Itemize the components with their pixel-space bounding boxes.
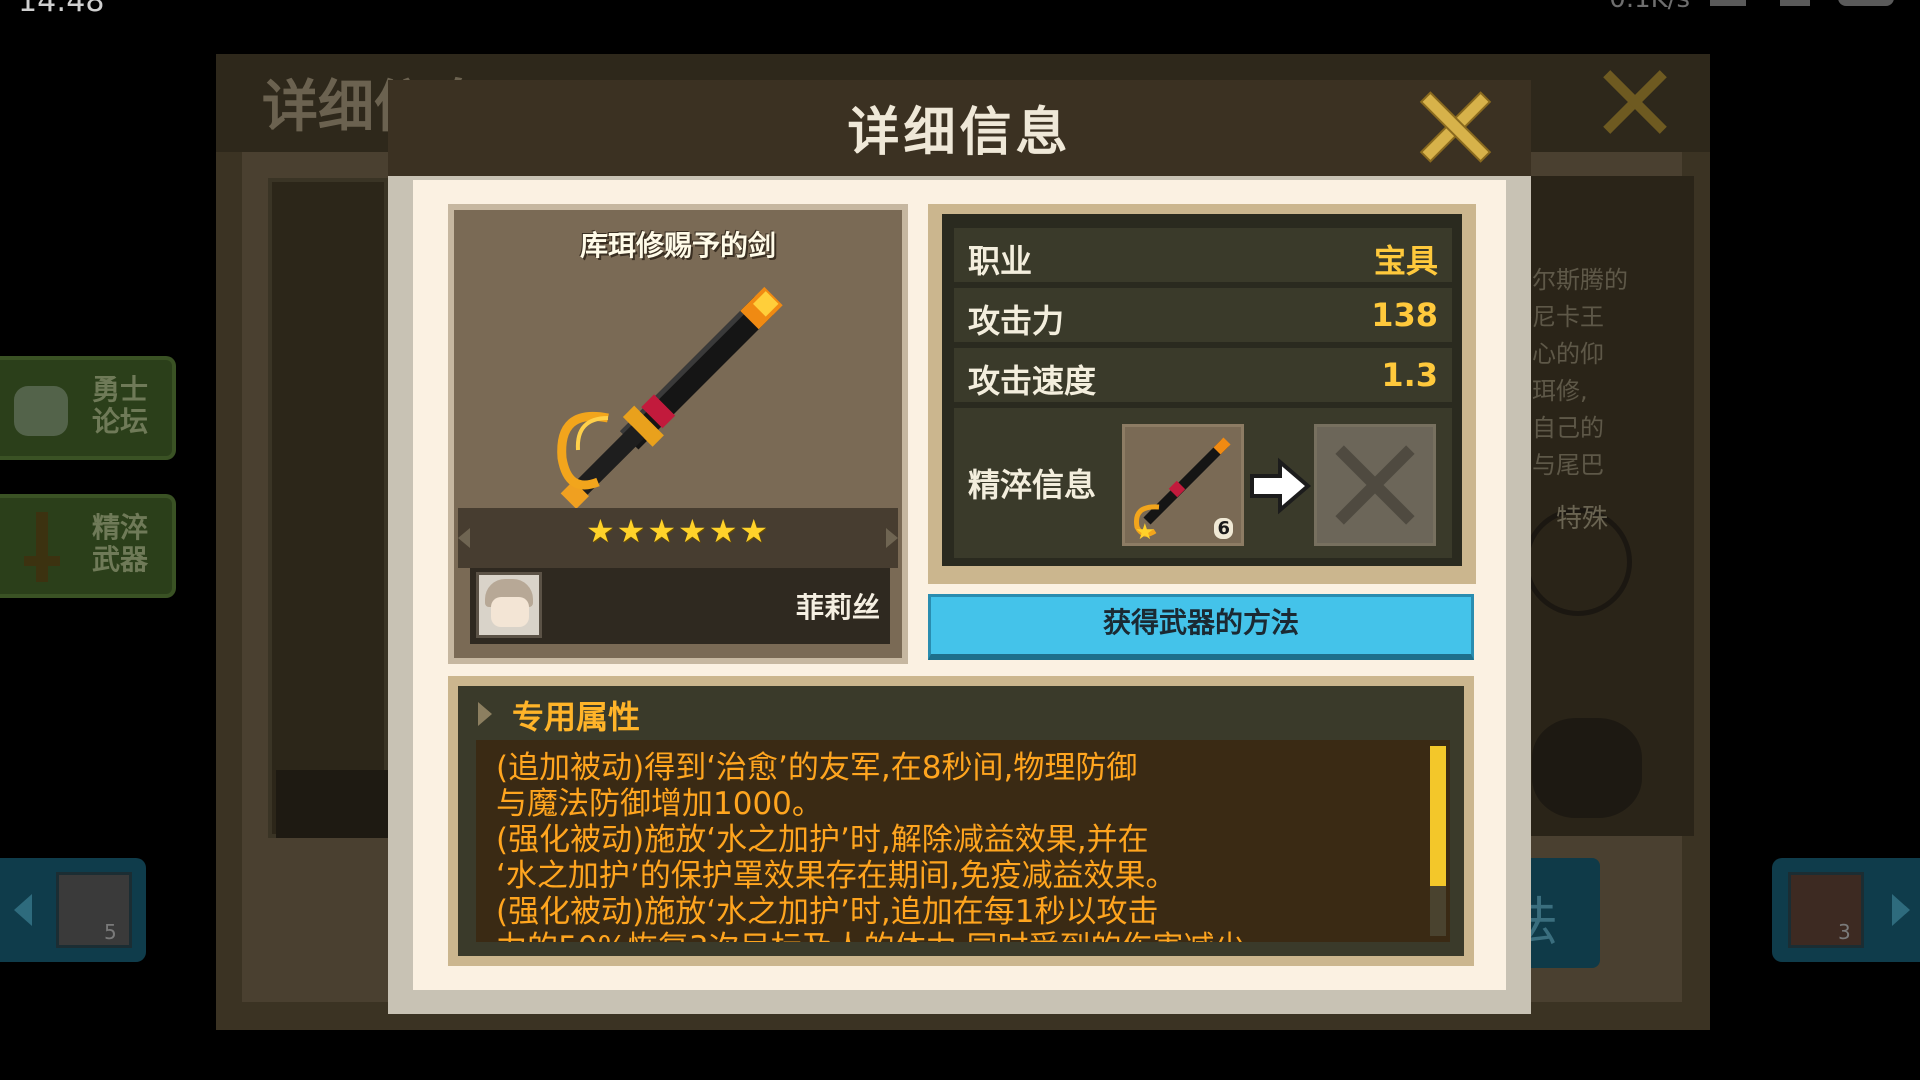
clock: 14:48: [18, 0, 105, 19]
attributes-text-box[interactable]: (追加被动)得到‘治愈’的友军,在8秒间,物理防御 与魔法防御增加1000。 (…: [476, 740, 1450, 942]
info-value-attack: 138: [1371, 296, 1438, 334]
info-label-attack-speed: 攻击速度: [968, 362, 1097, 400]
triangle-icon: [478, 702, 492, 726]
refine-weapon-label: 精淬武器: [92, 511, 149, 576]
info-row-class: 职业 宝具: [954, 228, 1452, 282]
svg-text:★: ★: [1135, 520, 1155, 543]
avatar-face: [491, 597, 529, 627]
refine-level: 6: [1214, 518, 1233, 539]
signal-icon: [1710, 0, 1746, 6]
background-close-icon: [1600, 66, 1670, 136]
chat-icon: [14, 386, 68, 436]
forum-label: 勇士论坛: [92, 373, 149, 438]
info-label-class: 职业: [968, 242, 1033, 280]
sword-icon: [557, 286, 783, 508]
previous-hero-button[interactable]: 5: [0, 858, 146, 962]
close-icon[interactable]: [1418, 90, 1492, 164]
hero-avatar-next: [1788, 872, 1864, 948]
attributes-text: (追加被动)得到‘治愈’的友军,在8秒间,物理防御 与魔法防御增加1000。 (…: [496, 750, 1245, 942]
status-bar: 14:48 0.1K/s: [0, 0, 1920, 19]
info-label-attack: 攻击力: [968, 302, 1065, 340]
background-shape: [1532, 718, 1642, 818]
refine-next-slot-empty: [1314, 424, 1436, 546]
info-row-attack-speed: 攻击速度 1.3: [954, 348, 1452, 402]
refine-current-slot[interactable]: ★ 6: [1122, 424, 1244, 546]
battery-icon: [1838, 0, 1894, 6]
owner-avatar: [476, 572, 542, 638]
hero-avatar-previous: [56, 872, 132, 948]
next-hero-button[interactable]: 3: [1772, 858, 1920, 962]
dialog-title: 详细信息: [847, 103, 1072, 163]
info-value-class: 宝具: [1373, 242, 1438, 280]
how-to-obtain-button[interactable]: 获得武器的方法: [928, 594, 1474, 660]
info-value-attack-speed: 1.3: [1381, 356, 1438, 394]
arrow-right-icon: [1250, 457, 1312, 515]
refine-info-label: 精淬信息: [968, 466, 1097, 504]
owner-name: 菲莉丝: [795, 591, 880, 624]
attributes-title: 专用属性: [512, 698, 641, 736]
refine-weapon-button[interactable]: 精淬武器: [0, 494, 176, 598]
forum-button[interactable]: 勇士论坛: [0, 356, 176, 460]
sword-icon: [22, 512, 62, 582]
info-row-attack: 攻击力 138: [954, 288, 1452, 342]
arrow-right-icon: [1892, 894, 1910, 926]
weapon-name: 库珥修赐予的剑: [579, 229, 776, 262]
status-icons: [1710, 0, 1900, 10]
wifi-icon: [1780, 0, 1810, 6]
background-bottom-block: [276, 770, 396, 838]
scrollbar-thumb[interactable]: [1430, 746, 1446, 886]
arrow-left-icon: [14, 894, 32, 926]
background-left-card: [268, 178, 388, 838]
hero-star-count-previous: 5: [104, 920, 117, 944]
hero-star-count-next: 3: [1838, 920, 1851, 944]
weapon-stars: ★★★★★★: [585, 512, 771, 550]
network-speed: 0.1K/s: [1609, 0, 1690, 14]
background-special-label: 特殊: [1556, 504, 1609, 534]
